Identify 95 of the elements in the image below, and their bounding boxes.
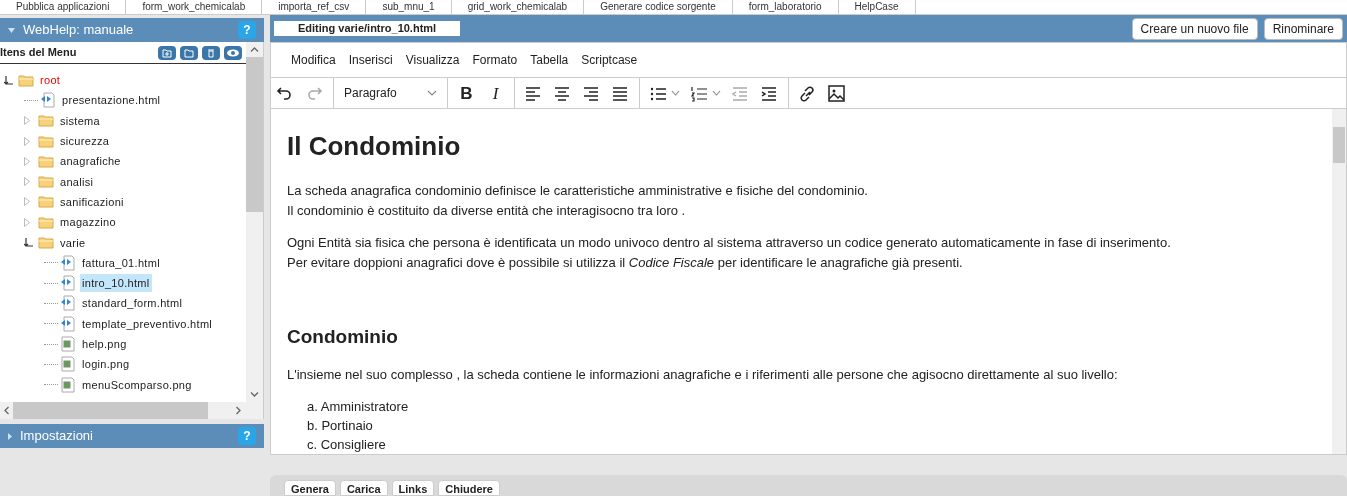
action-button[interactable]: Carica — [339, 480, 388, 496]
folder-icon — [38, 154, 54, 168]
caret-icon[interactable] — [671, 90, 680, 96]
bold-button[interactable]: B — [452, 81, 481, 105]
tab[interactable]: Generare codice sorgente — [600, 1, 716, 13]
header-button[interactable]: Creare un nuovo file — [1131, 17, 1258, 40]
list-item: c. Consigliere — [307, 436, 387, 454]
tree-item[interactable]: anagrafiche — [58, 152, 123, 171]
web-file-icon — [60, 254, 76, 271]
collapsed-toggle-icon[interactable] — [24, 197, 30, 207]
scroll-left-icon[interactable] — [4, 406, 9, 415]
caret-icon[interactable] — [427, 90, 437, 96]
menu-item[interactable]: Formato — [472, 51, 518, 69]
tab[interactable]: Pubblica applicazioni — [16, 1, 110, 13]
tree-item[interactable]: standard_form.html — [80, 294, 185, 313]
expanded-toggle-icon[interactable] — [24, 238, 33, 247]
tree-item[interactable]: login.png — [80, 355, 132, 374]
menu-item[interactable]: Tabella — [530, 51, 569, 69]
folder-icon — [38, 236, 54, 249]
tree-item[interactable]: help.png — [80, 335, 129, 353]
eye-icon[interactable] — [224, 45, 242, 60]
tree-item[interactable]: analisi — [58, 172, 96, 191]
settings-title: Impostazioni — [20, 427, 93, 446]
folder-icon — [38, 215, 54, 229]
folder-icon — [38, 195, 54, 209]
scroll-right-icon[interactable] — [236, 406, 241, 415]
tree-item[interactable]: template_preventivo.html — [80, 314, 215, 333]
web-file-icon — [60, 315, 76, 332]
tree-item[interactable]: varie — [58, 233, 88, 252]
settings-bar[interactable]: Impostazioni ? — [0, 424, 264, 448]
collapsed-toggle-icon[interactable] — [24, 136, 30, 146]
scroll-up-icon[interactable] — [250, 47, 259, 52]
add-folder-icon[interactable] — [158, 45, 176, 60]
tree-item[interactable]: sicurezza — [58, 132, 112, 151]
menu-title: Itens del Menu — [0, 45, 77, 61]
tree-item[interactable]: magazzino — [58, 213, 118, 232]
rename-folder-icon[interactable] — [180, 45, 198, 60]
collapse-arrow-icon[interactable] — [8, 27, 15, 33]
tab[interactable]: form_laboratorio — [748, 1, 822, 13]
image-file-icon — [60, 376, 76, 393]
subheading: Condominio — [287, 325, 399, 349]
list-item: a. Amministratore — [307, 398, 410, 416]
tab[interactable]: grid_work_chemicalab — [467, 1, 568, 13]
collapsed-toggle-icon[interactable] — [24, 177, 30, 187]
tab[interactable]: importa_ref_csv — [278, 1, 350, 13]
collapsed-toggle-icon[interactable] — [24, 217, 30, 227]
web-file-icon — [60, 275, 76, 292]
paragraph-line: Ogni Entità sia fisica che persona è identificata un modo univoco dentro al sistema attraverso un codice generato automaticamente in fase di inserimento. — [287, 234, 1172, 252]
content-scrollbar[interactable] — [1332, 109, 1346, 454]
tree-item[interactable]: sistema — [58, 111, 102, 130]
tree-item[interactable]: menuScomparso.png — [80, 375, 194, 394]
menu-item[interactable]: Inserisci — [348, 51, 393, 69]
tab[interactable]: form_work_chemicalab — [142, 1, 246, 13]
image-icon[interactable] — [827, 83, 846, 103]
menu-item[interactable]: Modifica — [291, 51, 336, 69]
list-item: b. Portinaio — [307, 417, 374, 435]
image-file-icon — [60, 336, 76, 352]
header-button[interactable]: Rinominare — [1263, 17, 1343, 40]
caret-icon[interactable] — [712, 90, 721, 96]
tree-item[interactable]: root — [38, 71, 63, 90]
expanded-toggle-icon[interactable] — [4, 75, 13, 85]
tab[interactable]: sub_mnu_1 — [382, 1, 435, 13]
action-button[interactable]: Genera — [284, 480, 336, 496]
web-file-icon — [40, 92, 56, 109]
trash-icon[interactable] — [202, 45, 220, 60]
collapsed-toggle-icon[interactable] — [24, 156, 30, 166]
tree-item[interactable]: fattura_01.html — [80, 253, 162, 272]
horizontal-scrollbar[interactable] — [0, 402, 263, 419]
folder-icon — [38, 134, 54, 148]
scroll-down-icon[interactable] — [250, 392, 259, 397]
action-button[interactable]: Links — [391, 480, 435, 496]
paragraph-line: L'insieme nel suo complesso , la scheda contiene le informazioni anagrafiche e i riferimenti alle persone che agisocno direttamente al suo livello: — [287, 366, 1119, 384]
expand-arrow-icon[interactable] — [8, 432, 12, 440]
folder-icon — [18, 73, 34, 87]
tree-item[interactable]: intro_10.html — [80, 274, 152, 293]
menu-item[interactable]: Visualizza — [405, 51, 460, 69]
tree-item[interactable]: presentazione.html — [60, 91, 163, 110]
editor-tab[interactable]: Editing varie/intro_10.html — [274, 21, 461, 36]
web-file-icon — [60, 295, 76, 312]
tab[interactable]: HelpCase — [854, 1, 899, 13]
panel-title: WebHelp: manuale — [23, 21, 134, 40]
paragraph-line: Il condominio è costituito da diverse entità che interagisocno tra loro . — [287, 202, 687, 220]
image-file-icon — [60, 356, 76, 373]
folder-icon — [38, 114, 54, 128]
collapsed-toggle-icon[interactable] — [24, 116, 30, 126]
folder-icon — [38, 175, 54, 189]
paragraph-line: Per evitare doppioni anagrafici dove è possibile si utilizza il Codice Fiscale per identificare le anagrafiche già presenti. — [287, 254, 964, 272]
italic-button[interactable]: I — [481, 81, 510, 105]
vertical-scrollbar[interactable] — [246, 42, 263, 402]
paragraph-line: La scheda anagrafica condominio definisce le caratteristiche amministrative e fisiche del condominio. — [287, 182, 869, 200]
action-button[interactable]: Chiudere — [438, 480, 500, 496]
menu-item[interactable]: Scriptcase — [581, 51, 638, 69]
tree-item[interactable]: sanificazioni — [58, 192, 126, 211]
heading: Il Condominio — [287, 131, 462, 161]
paragraph-dropdown[interactable]: Paragrafo — [344, 84, 397, 102]
